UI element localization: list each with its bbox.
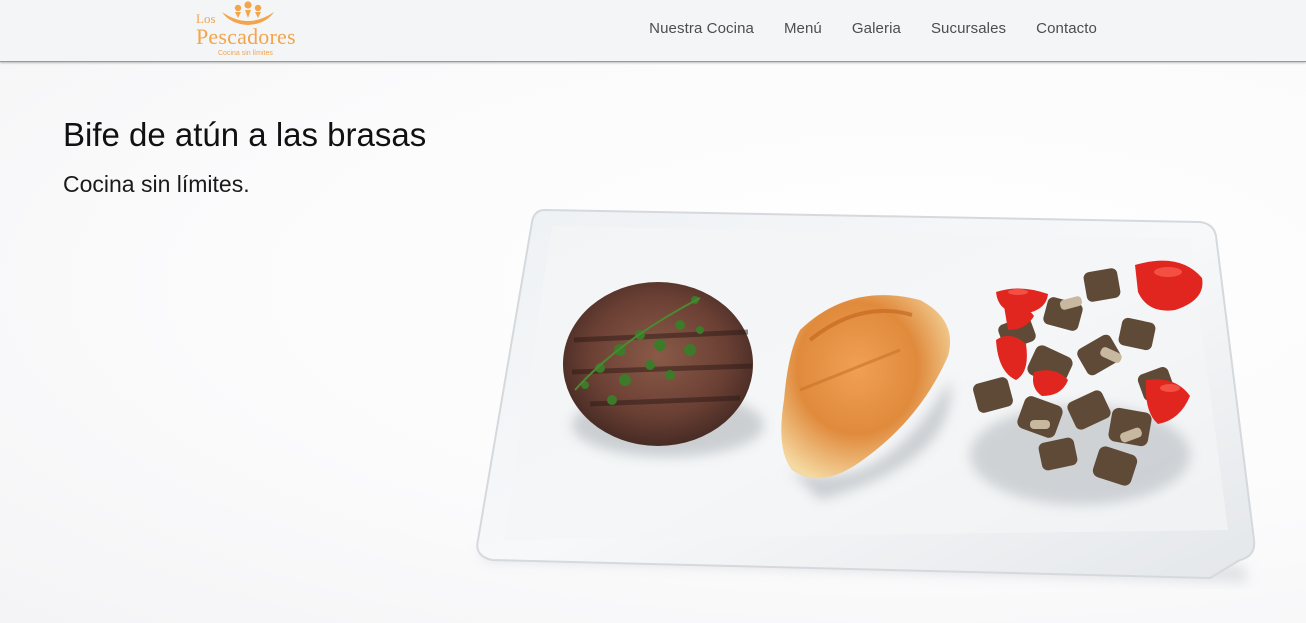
hero-section: Bife de atún a las brasas Cocina sin lím…	[0, 62, 1306, 623]
nav-item-sucursales[interactable]: Sucursales	[931, 19, 1006, 39]
nav-item-nuestra-cocina[interactable]: Nuestra Cocina	[649, 19, 754, 39]
dish-title: Bife de atún a las brasas	[63, 116, 427, 153]
brand-tagline: Cocina sin límites	[218, 50, 273, 57]
brand-name: Pescadores	[196, 24, 296, 49]
nav-item-menu[interactable]: Menú	[784, 19, 822, 39]
nav-item-contacto[interactable]: Contacto	[1036, 19, 1097, 39]
brand-logo[interactable]: Los Pescadores Cocina sin límites	[194, 0, 306, 61]
crown-logo-icon	[222, 1, 274, 25]
nav-item-galeria[interactable]: Galeria	[852, 19, 901, 39]
top-navbar: Los Pescadores Cocina sin límites Nuestr…	[0, 0, 1306, 62]
main-nav: Nuestra Cocina Menú Galeria Sucursales C…	[649, 19, 1097, 39]
dish-subtitle: Cocina sin límites.	[63, 171, 250, 197]
